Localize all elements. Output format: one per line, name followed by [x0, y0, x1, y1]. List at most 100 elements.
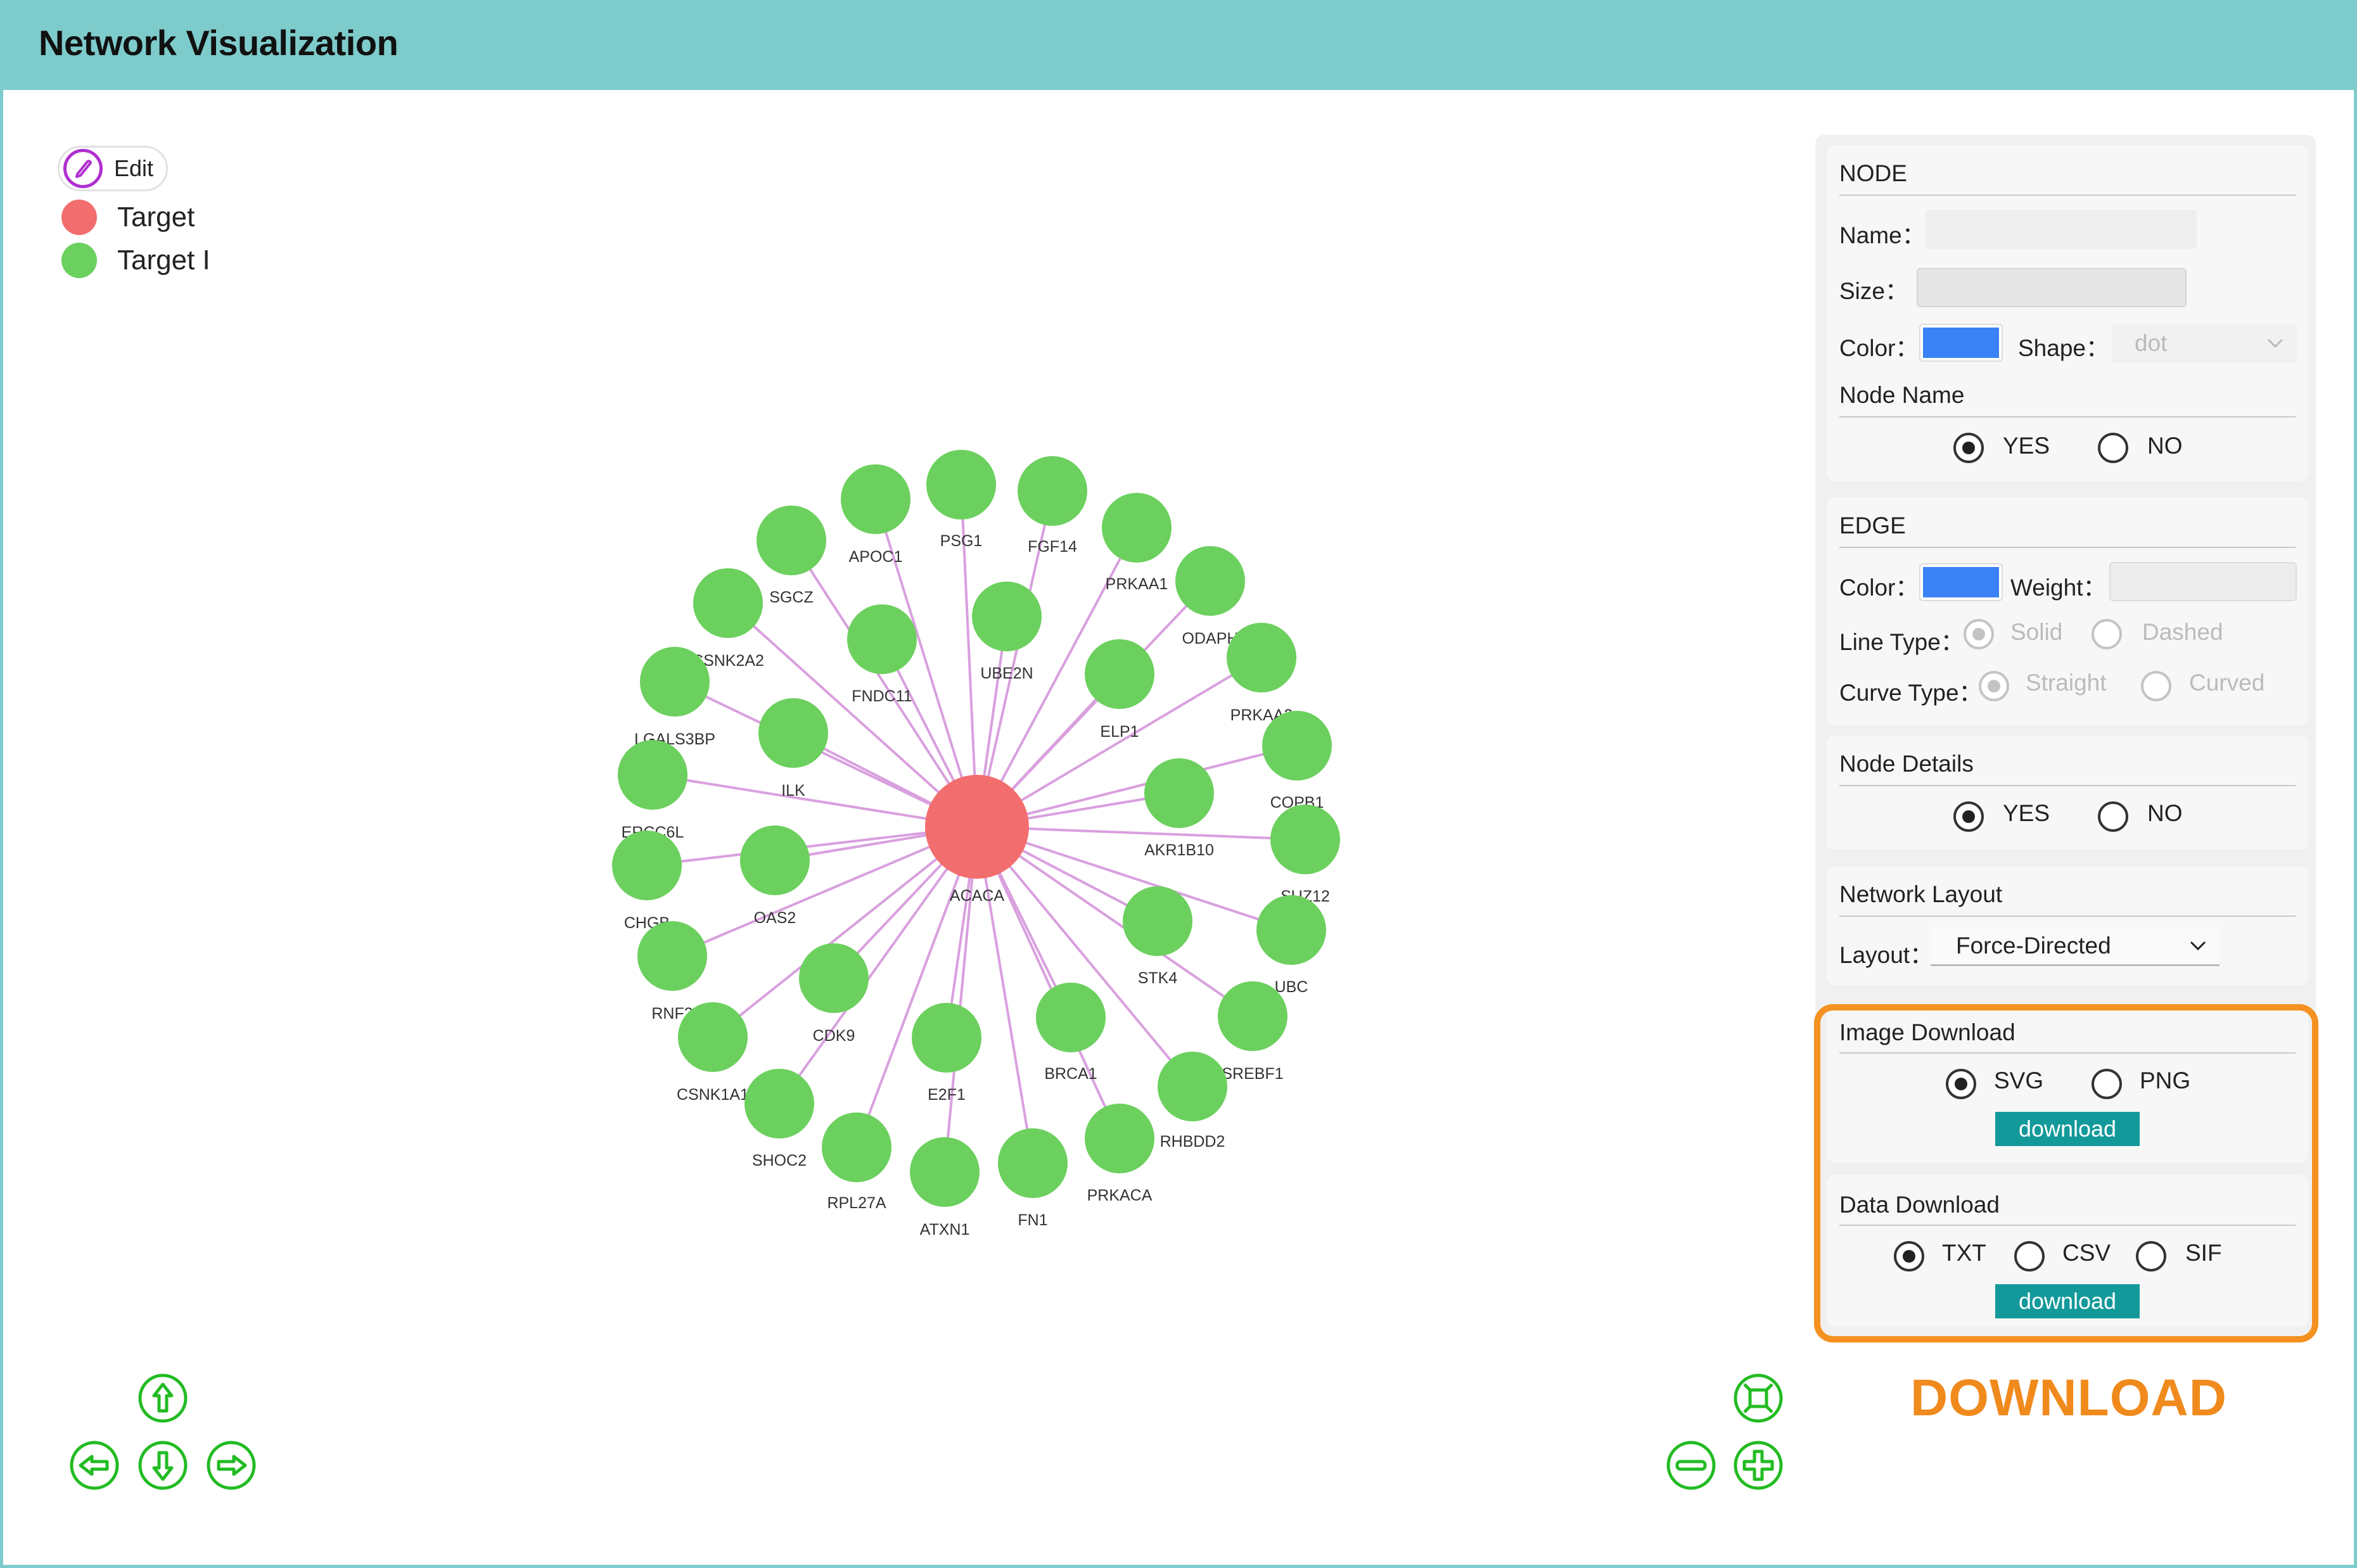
dashed-radio[interactable]	[2092, 619, 2122, 649]
layout-select[interactable]: Force-Directed	[1931, 927, 2220, 966]
edge-color-label: Color：	[1839, 575, 1919, 601]
node-fndc11[interactable]	[847, 604, 917, 674]
node-srebf1[interactable]	[1218, 981, 1287, 1051]
node-ubc[interactable]	[1256, 895, 1326, 965]
node-elp1[interactable]	[1085, 639, 1154, 709]
node-label: CSNK1A1	[677, 1086, 749, 1104]
divider	[1839, 915, 2296, 917]
node-rhbdd2[interactable]	[1158, 1052, 1227, 1121]
node-oas2[interactable]	[740, 825, 810, 895]
node-psg1[interactable]	[926, 450, 996, 519]
node-label: STK4	[1138, 969, 1178, 987]
node-label: ACACA	[950, 887, 1004, 905]
edge	[943, 826, 978, 1173]
fit-view-icon[interactable]	[1733, 1373, 1784, 1424]
node-brca1[interactable]	[1036, 983, 1106, 1052]
node-apoc1[interactable]	[841, 464, 910, 534]
node-name-input[interactable]	[1926, 210, 2197, 249]
node-label: FGF14	[1028, 538, 1077, 556]
divider	[1839, 547, 2296, 548]
line-type-label: Line Type：	[1839, 629, 1964, 655]
node-acaca[interactable]	[925, 775, 1029, 879]
edge-weight-input[interactable]	[2109, 562, 2297, 601]
node-copb1[interactable]	[1262, 711, 1332, 781]
node-prkaa2[interactable]	[1227, 623, 1296, 692]
arrow-left-icon[interactable]	[69, 1440, 120, 1491]
edge-color-swatch[interactable]	[1919, 563, 2003, 601]
node-label: UBC	[1275, 978, 1308, 996]
node-rpl27a[interactable]	[822, 1112, 891, 1182]
weight-label: Weight：	[2010, 575, 2107, 601]
no-label: NO	[2147, 433, 2183, 459]
node-fn1[interactable]	[998, 1128, 1068, 1198]
curved-radio[interactable]	[2141, 671, 2171, 701]
title-bar: Network Visualization	[3, 3, 2354, 90]
dashed-label: Dashed	[2142, 619, 2223, 645]
node-ilk[interactable]	[758, 698, 828, 768]
node-cdk9[interactable]	[799, 943, 869, 1013]
node-rnf2[interactable]	[637, 921, 707, 991]
node-shoc2[interactable]	[744, 1069, 814, 1138]
name-label: Name：	[1839, 222, 1926, 248]
node-csnk2a2[interactable]	[693, 568, 763, 638]
node-label: RHBDD2	[1160, 1133, 1225, 1151]
node-label: ILK	[781, 782, 805, 800]
node-label: PSG1	[940, 532, 983, 550]
node-label: APOC1	[849, 548, 903, 566]
layout-value: Force-Directed	[1956, 932, 2111, 959]
node-akr1b10[interactable]	[1144, 758, 1214, 828]
node-label: PRKACA	[1087, 1187, 1153, 1204]
layout-label: Layout：	[1839, 942, 1934, 968]
arrow-up-icon[interactable]	[137, 1373, 188, 1424]
node-odaph[interactable]	[1175, 546, 1245, 616]
edge-section: EDGE Color： Weight： Line Type： Solid Das…	[1827, 497, 2308, 725]
shape-label: Shape：	[2018, 335, 2109, 361]
divider	[1839, 194, 2296, 196]
straight-label: Straight	[2026, 670, 2107, 696]
color-label: Color：	[1839, 335, 1919, 361]
node-chgb[interactable]	[612, 831, 682, 900]
node-ercc6l[interactable]	[618, 740, 687, 810]
node-sgcz[interactable]	[757, 506, 826, 575]
node-name-yes-radio[interactable]	[1953, 433, 1984, 463]
app-frame: Network Visualization Edit Target Target…	[0, 0, 2357, 1568]
node-label: FN1	[1018, 1211, 1047, 1229]
node-size-input[interactable]	[1917, 268, 2187, 307]
yes-label: YES	[2003, 433, 2050, 459]
arrow-right-icon[interactable]	[206, 1440, 257, 1491]
zoom-in-icon[interactable]	[1733, 1440, 1784, 1491]
network-layout-section: Network Layout Layout： Force-Directed	[1827, 866, 2308, 985]
node-atxn1[interactable]	[910, 1137, 980, 1207]
chevron-down-icon	[2267, 338, 2284, 348]
node-lgals3bp[interactable]	[640, 647, 710, 717]
shape-select[interactable]: dot	[2112, 324, 2297, 363]
node-fgf14[interactable]	[1018, 456, 1087, 526]
node-label: PRKAA1	[1106, 575, 1168, 593]
node-details-no-radio[interactable]	[2098, 801, 2128, 832]
section-title: Node Details	[1839, 751, 1974, 777]
node-details-section: Node Details YES NO	[1827, 736, 2308, 850]
node-label: CDK9	[813, 1027, 855, 1045]
node-label: ATXN1	[920, 1221, 970, 1239]
node-color-swatch[interactable]	[1919, 324, 2003, 362]
no-label: NO	[2147, 800, 2183, 826]
node-suz12[interactable]	[1270, 805, 1340, 874]
node-stk4[interactable]	[1123, 886, 1192, 956]
zoom-out-icon[interactable]	[1666, 1440, 1716, 1491]
node-label: SREBF1	[1222, 1065, 1283, 1083]
solid-radio[interactable]	[1964, 619, 1994, 649]
straight-radio[interactable]	[1979, 671, 2009, 701]
network-graph[interactable]: APOC1PSG1 FGF14PRKAA1ODAPHSGCZUBE2NFNDC11…	[3, 92, 1777, 1296]
node-csnk1a1[interactable]	[678, 1002, 748, 1072]
arrow-down-icon[interactable]	[137, 1440, 188, 1491]
node-label: SGCZ	[769, 589, 813, 606]
node-prkaca[interactable]	[1085, 1104, 1154, 1173]
node-label: AKR1B10	[1144, 841, 1214, 859]
node-ube2n[interactable]	[972, 582, 1042, 651]
section-title: EDGE	[1839, 513, 1906, 539]
node-prkaa1[interactable]	[1102, 493, 1172, 563]
node-e2f1[interactable]	[912, 1003, 981, 1073]
yes-label: YES	[2003, 800, 2050, 826]
node-name-no-radio[interactable]	[2098, 433, 2128, 463]
node-details-yes-radio[interactable]	[1953, 801, 1984, 832]
